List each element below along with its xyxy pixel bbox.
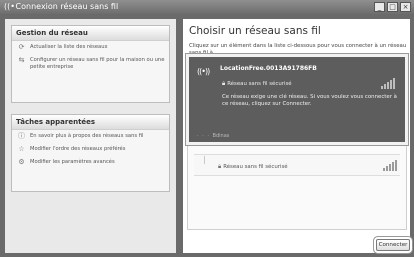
setup-wireless-network-label: Configurer un réseau sans fil pour la ma… (30, 57, 165, 70)
network-security: 🔒︎ Réseau sans fil sécurisé (218, 163, 288, 171)
advanced-settings-label: Modifier les paramètres avancés (30, 159, 115, 165)
network-list[interactable]: ((•)) LocationFree.0013A91786FB 🔒︎ Réseau… (186, 54, 408, 230)
network-item-selected[interactable]: ((•)) LocationFree.0013A91786FB 🔒︎ Réseau… (186, 54, 408, 145)
setup-wireless-network-link[interactable]: ⇆ Configurer un réseau sans fil pour la … (12, 54, 169, 73)
setup-icon: ⇆ (18, 56, 25, 64)
change-preferred-order-link[interactable]: ☆ Modifier l'ordre des réseaux préférés (12, 143, 169, 156)
network-footer: · · · Bdinas (197, 133, 230, 139)
connect-button[interactable]: Connecter (376, 239, 410, 251)
network-footer-label: Bdinas (212, 133, 230, 139)
wireless-signal-icon: ((•)) (197, 67, 210, 76)
network-tasks-panel: Gestion du réseau ⟳ Actualiser la liste … (11, 25, 170, 103)
task-sidebar: Gestion du réseau ⟳ Actualiser la liste … (5, 19, 176, 253)
title-bar: ((• Connexion réseau sans fil _ □ × (0, 0, 414, 14)
network-help-text: Ce réseau exige une clé réseau. Si vous … (222, 94, 397, 107)
advanced-settings-link[interactable]: ⚙ Modifier les paramètres avancés (12, 156, 169, 169)
wireless-antenna-icon: ᛁ (202, 156, 208, 166)
signal-strength-icon (381, 77, 395, 89)
minimize-button[interactable]: _ (374, 2, 385, 12)
settings-icon: ⚙ (18, 158, 25, 166)
signal-strength-icon (383, 159, 397, 171)
close-button[interactable]: × (400, 2, 411, 12)
page-title: Choisir un réseau sans fil (189, 25, 321, 37)
related-tasks-title: Tâches apparentées (12, 115, 169, 130)
refresh-icon: ⟳ (18, 43, 25, 51)
network-security: 🔒︎ Réseau sans fil sécurisé (222, 80, 292, 88)
change-preferred-order-label: Modifier l'ordre des réseaux préférés (30, 146, 126, 152)
lock-icon: 🔒︎ (218, 163, 222, 170)
network-item[interactable]: ᛁ 🔒︎ Réseau sans fil sécurisé (194, 154, 400, 176)
maximize-button[interactable]: □ (387, 2, 398, 12)
network-security-label: Réseau sans fil sécurisé (223, 164, 288, 170)
refresh-network-list-link[interactable]: ⟳ Actualiser la liste des réseaux (12, 41, 169, 54)
star-icon: ☆ (18, 145, 25, 153)
window-title: Connexion réseau sans fil (15, 2, 119, 11)
main-content: Choisir un réseau sans fil Cliquez sur u… (183, 19, 410, 253)
network-tasks-title: Gestion du réseau (12, 26, 169, 41)
learn-wireless-label: En savoir plus à propos des réseaux sans… (30, 133, 144, 139)
info-icon: ⓘ (18, 132, 25, 140)
window-controls: _ □ × (374, 2, 411, 12)
lock-icon: 🔒︎ (222, 80, 226, 87)
wireless-icon: ((• (4, 2, 15, 11)
learn-wireless-link[interactable]: ⓘ En savoir plus à propos des réseaux sa… (12, 130, 169, 143)
network-ssid: LocationFree.0013A91786FB (220, 65, 317, 72)
refresh-network-list-label: Actualiser la liste des réseaux (30, 44, 108, 50)
related-tasks-panel: Tâches apparentées ⓘ En savoir plus à pr… (11, 114, 170, 192)
network-security-label: Réseau sans fil sécurisé (227, 81, 292, 87)
